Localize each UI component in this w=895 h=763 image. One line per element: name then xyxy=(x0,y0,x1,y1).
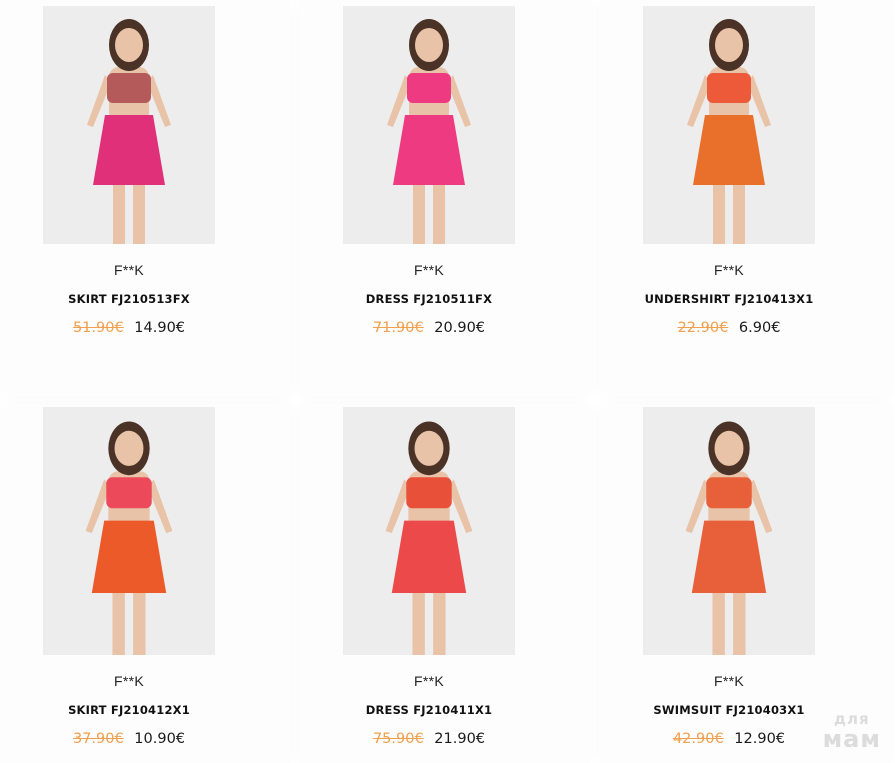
product-brand: F**K xyxy=(714,262,744,278)
product-photo-dress-print xyxy=(343,407,515,655)
product-price: 75.90€ 21.90€ xyxy=(300,731,558,747)
product-price: 51.90€ 14.90€ xyxy=(0,320,258,336)
product-photo[interactable] xyxy=(43,407,215,655)
product-photo-swimsuit-print xyxy=(643,407,815,655)
product-brand: F**K xyxy=(414,673,444,689)
product-grid: F**K SKIRT FJ210513FX 51.90€ 14.90€ F**K… xyxy=(0,0,895,763)
sale-price: 6.90€ xyxy=(738,320,781,336)
sale-price: 12.90€ xyxy=(734,731,786,747)
product-photo[interactable] xyxy=(643,6,815,244)
watermark-logo: для мам xyxy=(822,712,881,753)
product-photo-skirt-pink xyxy=(43,6,215,244)
product-photo-dress-pink xyxy=(343,6,515,244)
old-price: 22.90€ xyxy=(677,320,729,336)
old-price: 51.90€ xyxy=(72,320,124,336)
product-title[interactable]: DRESS FJ210511FX xyxy=(300,292,558,306)
product-photo[interactable] xyxy=(343,407,515,655)
product-photo-skirt-print xyxy=(43,407,215,655)
old-price: 75.90€ xyxy=(372,731,424,747)
sale-price: 20.90€ xyxy=(434,320,486,336)
sale-price: 21.90€ xyxy=(434,731,486,747)
product-photo[interactable] xyxy=(643,407,815,655)
product-title[interactable]: SKIRT FJ210412X1 xyxy=(0,703,258,717)
product-card[interactable]: F**K SKIRT FJ210513FX 51.90€ 14.90€ xyxy=(0,0,290,395)
product-title[interactable]: DRESS FJ210411X1 xyxy=(300,703,558,717)
product-card[interactable]: F**K DRESS FJ210411X1 75.90€ 21.90€ xyxy=(300,405,590,763)
product-title[interactable]: SWIMSUIT FJ210403X1 xyxy=(600,703,858,717)
product-card[interactable]: F**K DRESS FJ210511FX 71.90€ 20.90€ xyxy=(300,0,590,395)
old-price: 37.90€ xyxy=(72,731,124,747)
product-title[interactable]: SKIRT FJ210513FX xyxy=(0,292,258,306)
old-price: 42.90€ xyxy=(672,731,724,747)
product-card[interactable]: F**K UNDERSHIRT FJ210413X1 22.90€ 6.90€ xyxy=(600,0,890,395)
product-brand: F**K xyxy=(714,673,744,689)
product-price: 42.90€ 12.90€ xyxy=(600,731,858,747)
product-card[interactable]: F**K SKIRT FJ210412X1 37.90€ 10.90€ xyxy=(0,405,290,763)
product-photo-undershirt-print xyxy=(643,6,815,244)
product-price: 71.90€ 20.90€ xyxy=(300,320,558,336)
product-brand: F**K xyxy=(114,673,144,689)
sale-price: 14.90€ xyxy=(134,320,186,336)
product-price: 22.90€ 6.90€ xyxy=(600,320,858,336)
product-photo[interactable] xyxy=(343,6,515,244)
watermark-line-2: мам xyxy=(822,725,881,753)
product-title[interactable]: UNDERSHIRT FJ210413X1 xyxy=(600,292,858,306)
old-price: 71.90€ xyxy=(372,320,424,336)
product-photo[interactable] xyxy=(43,6,215,244)
product-brand: F**K xyxy=(414,262,444,278)
product-brand: F**K xyxy=(114,262,144,278)
sale-price: 10.90€ xyxy=(134,731,186,747)
product-price: 37.90€ 10.90€ xyxy=(0,731,258,747)
